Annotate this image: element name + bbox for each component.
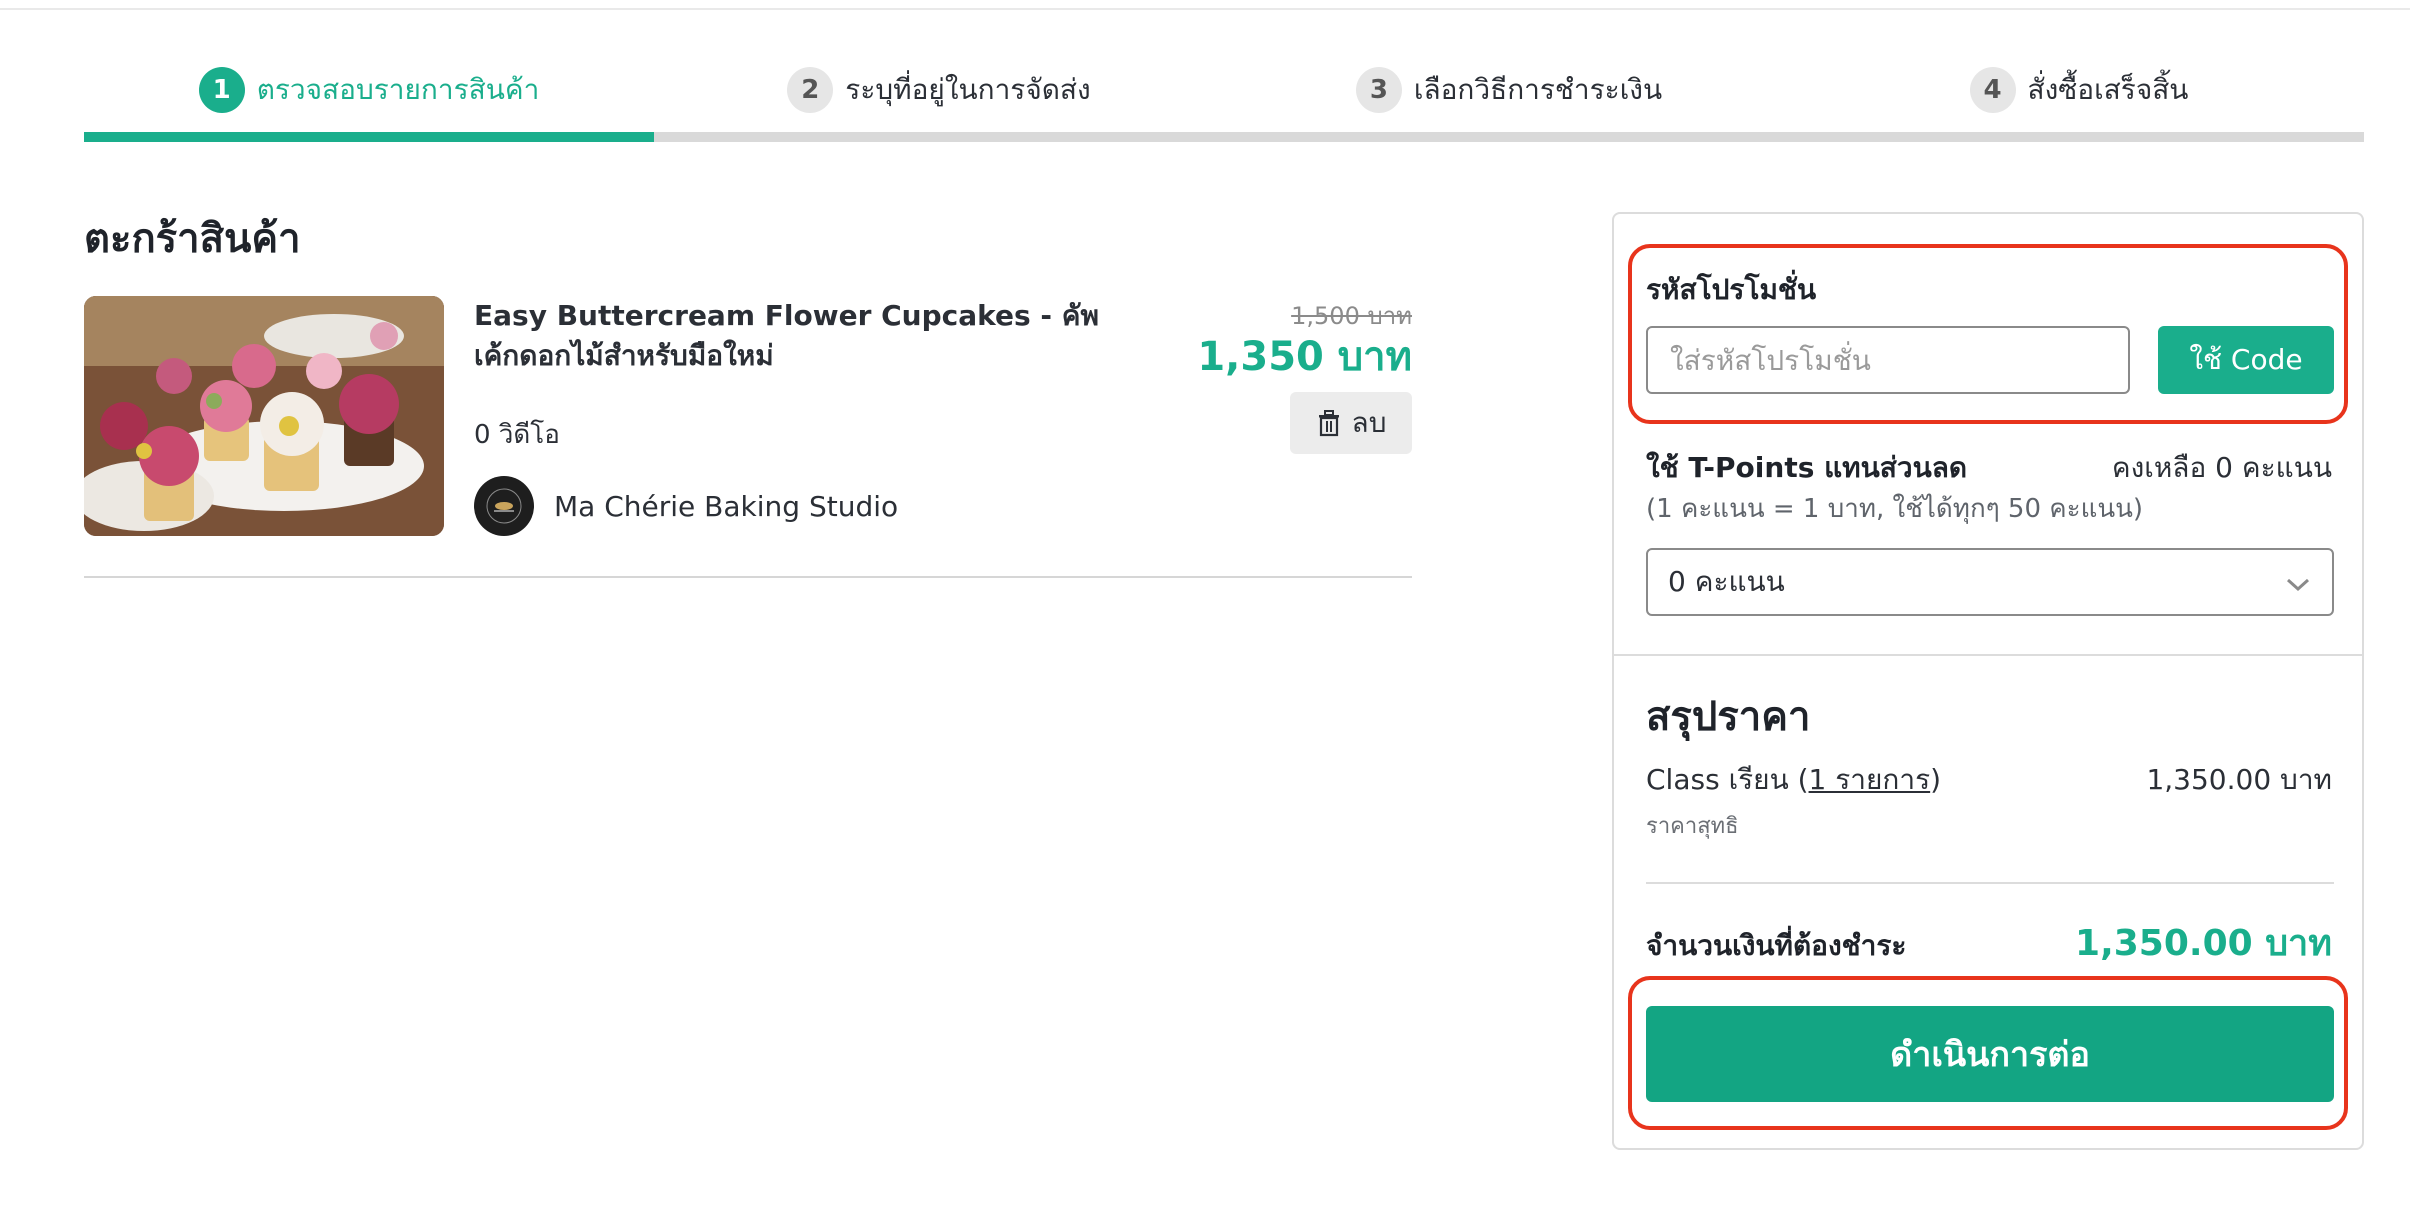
step-progress-bar: [84, 132, 2364, 142]
points-select[interactable]: 0 คะแนน: [1646, 548, 2334, 616]
step-progress-fill: [84, 132, 654, 142]
seller-logo-icon: [486, 488, 522, 524]
course-title[interactable]: Easy Buttercream Flower Cupcakes - คัพเค…: [474, 296, 1114, 376]
promo-code-input[interactable]: [1646, 326, 2130, 394]
order-summary-panel: รหัสโปรโมชั่น ใช้ Code ใช้ T-Points แทนส…: [1612, 212, 2364, 1150]
t-points-title: ใช้ T-Points แทนส่วนลด: [1646, 451, 1968, 484]
delete-item-button[interactable]: ลบ: [1290, 392, 1412, 454]
step-review-items[interactable]: 1 ตรวจสอบรายการสินค้า: [84, 64, 654, 116]
step-label: สั่งซื้อเสร็จสิ้น: [2027, 73, 2189, 106]
summary-divider: [1646, 882, 2334, 884]
checkout-stepper: 1 ตรวจสอบรายการสินค้า 2 ระบุที่อยู่ในการ…: [84, 64, 2364, 116]
step-label: ระบุที่อยู่ในการจัดส่ง: [845, 73, 1091, 106]
price-summary-title: สรุปราคา: [1646, 694, 1811, 740]
cart-item: Easy Buttercream Flower Cupcakes - คัพเค…: [84, 296, 1412, 578]
net-price-label: ราคาสุทธิ: [1646, 814, 1739, 839]
video-count: 0 วิดีโอ: [474, 420, 560, 450]
continue-button[interactable]: ดำเนินการต่อ: [1646, 1006, 2334, 1102]
step-order-complete[interactable]: 4 สั่งซื้อเสร็จสิ้น: [1794, 64, 2364, 116]
apply-code-button[interactable]: ใช้ Code: [2158, 326, 2334, 394]
step-number: 1: [198, 67, 245, 113]
class-line-prefix: Class เรียน (: [1646, 763, 1809, 796]
step-number: 4: [1969, 67, 2016, 113]
chevron-down-icon: [2286, 578, 2310, 592]
seller-avatar: [474, 476, 534, 536]
seller[interactable]: Ma Chérie Baking Studio: [474, 476, 898, 536]
points-selected-value: 0 คะแนน: [1668, 565, 1785, 598]
trash-icon: [1318, 410, 1339, 437]
class-line-suffix: ): [1930, 763, 1942, 796]
panel-divider: [1614, 654, 2362, 656]
step-shipping-address[interactable]: 2 ระบุที่อยู่ในการจัดส่ง: [654, 64, 1224, 116]
class-line-value: 1,350.00 บาท: [2146, 763, 2332, 796]
seller-name: Ma Chérie Baking Studio: [554, 489, 899, 523]
cart-title: ตะกร้าสินค้า: [84, 216, 301, 262]
points-note: (1 คะแนน = 1 บาท, ใช้ได้ทุกๆ 50 คะแนน): [1646, 494, 2144, 524]
step-payment-method[interactable]: 3 เลือกวิธีการชำระเงิน: [1224, 64, 1794, 116]
points-remaining: คงเหลือ 0 คะแนน: [2111, 451, 2332, 484]
class-line-label: Class เรียน (1 รายการ): [1646, 758, 1941, 802]
step-number: 3: [1355, 67, 1402, 113]
step-label: เลือกวิธีการชำระเงิน: [1413, 73, 1663, 106]
step-number: 2: [787, 67, 834, 113]
promo-code-label: รหัสโปรโมชั่น: [1646, 273, 1817, 306]
delete-label: ลบ: [1351, 406, 1387, 439]
step-label: ตรวจสอบรายการสินค้า: [256, 73, 540, 106]
cupcakes-image: [84, 296, 444, 536]
sale-price: 1,350 บาท: [1197, 334, 1412, 380]
course-thumbnail[interactable]: [84, 296, 444, 536]
total-due-label: จำนวนเงินที่ต้องชำระ: [1646, 929, 1907, 962]
top-divider: [0, 0, 2410, 10]
total-due-value: 1,350.00 บาท: [2075, 923, 2332, 964]
items-count-link[interactable]: 1 รายการ: [1809, 763, 1931, 796]
